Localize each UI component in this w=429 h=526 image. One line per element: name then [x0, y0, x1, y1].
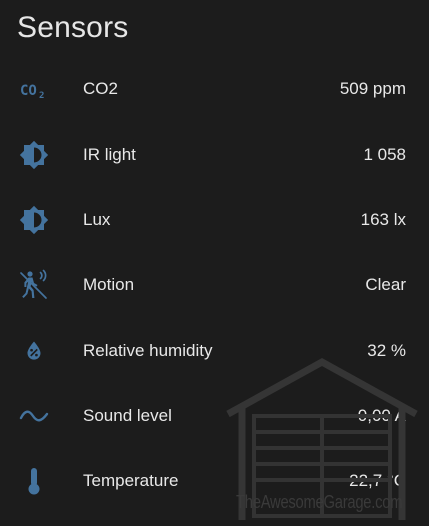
sensor-name: Relative humidity [83, 341, 213, 360]
card-title: Sensors [17, 11, 129, 44]
sensor-row-lux[interactable]: Lux 163 lx [0, 195, 429, 245]
sensor-value: 0,00 A [357, 406, 406, 425]
sensor-name: Motion [83, 275, 135, 294]
sensor-name: CO2 [83, 79, 118, 98]
brightness-icon [14, 140, 54, 170]
sensor-name: Lux [83, 210, 111, 229]
sensor-value: 163 lx [360, 210, 406, 229]
co2-icon: CO 2 [14, 74, 54, 104]
sensors-card: Sensors CO 2 CO2 509 ppm IR light 1 058 … [0, 0, 429, 526]
motion-sensor-off-icon [14, 269, 54, 300]
sensor-row-co2[interactable]: CO 2 CO2 509 ppm [0, 64, 429, 114]
sensor-name: Sound level [83, 406, 172, 425]
brightness-icon [14, 205, 54, 235]
sensor-row-motion[interactable]: Motion Clear [0, 260, 429, 310]
sine-wave-icon [14, 401, 54, 431]
sensor-value: 32 % [367, 341, 406, 360]
sensor-name: Temperature [83, 471, 179, 490]
sensor-name: IR light [83, 145, 136, 164]
watermark-text: TheAwesomeGarage.com [236, 492, 403, 512]
svg-text:CO: CO [20, 83, 37, 99]
sensor-row-sound-level[interactable]: Sound level 0,00 A [0, 391, 429, 441]
sensor-value: 1 058 [363, 145, 406, 164]
sensor-value: 509 ppm [339, 79, 406, 98]
svg-text:2: 2 [39, 91, 44, 100]
sensor-value: Clear [365, 275, 406, 294]
sensor-row-ir-light[interactable]: IR light 1 058 [0, 130, 429, 180]
sensor-row-relative-humidity[interactable]: Relative humidity 32 % [0, 326, 429, 376]
water-percent-icon [14, 336, 54, 366]
thermometer-icon [14, 466, 54, 496]
